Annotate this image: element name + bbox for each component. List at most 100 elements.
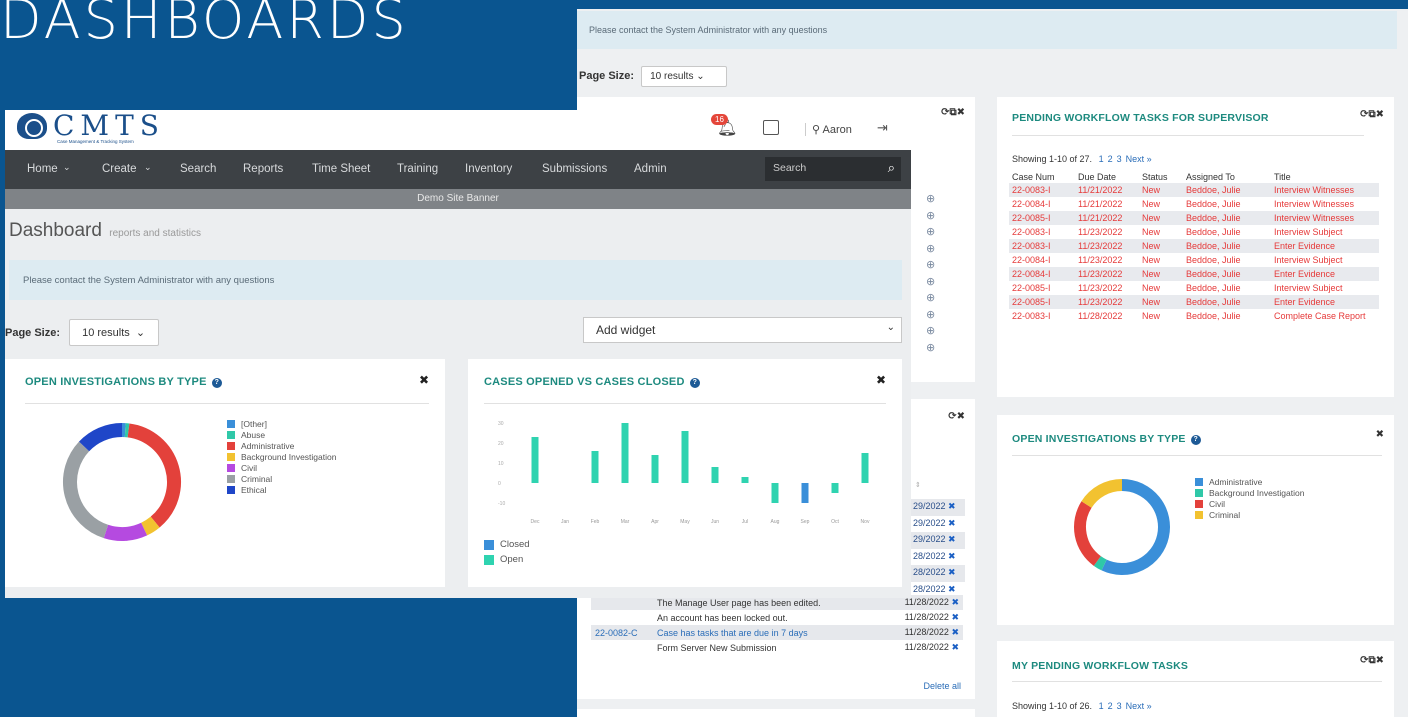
table-row[interactable]: 22-0083-I 11/23/2022 New Beddoe, Julie Enter… bbox=[1009, 239, 1379, 253]
page-link[interactable]: 1 bbox=[1099, 701, 1104, 711]
table-cell[interactable]: 22-0083-I bbox=[1009, 239, 1075, 253]
add-circle-icon[interactable]: ⊕ bbox=[926, 324, 935, 341]
page-link[interactable]: 2 bbox=[1108, 701, 1113, 711]
table-row[interactable]: 22-0084-I 11/21/2022 New Beddoe, Julie Inter… bbox=[1009, 197, 1379, 211]
cmts-logo[interactable]: CMTS bbox=[17, 112, 165, 140]
page-link[interactable]: Next » bbox=[1126, 154, 1152, 164]
calendar-icon[interactable] bbox=[763, 120, 779, 135]
table-row[interactable]: 22-0083-I 11/23/2022 New Beddoe, Julie Inter… bbox=[1009, 225, 1379, 239]
bar-open-feb[interactable] bbox=[591, 451, 599, 483]
pie-slice-background-investigation[interactable] bbox=[140, 516, 160, 536]
table-cell[interactable]: 22-0085-I bbox=[1009, 211, 1075, 225]
add-circle-icon[interactable]: ⊕ bbox=[926, 291, 935, 308]
add-circle-icon[interactable]: ⊕ bbox=[926, 275, 935, 292]
pie-slice-background-investigation[interactable] bbox=[1093, 556, 1107, 571]
pie-slice-administrative[interactable] bbox=[1101, 479, 1170, 575]
table-row[interactable]: 22-0084-I 11/23/2022 New Beddoe, Julie Enter… bbox=[1009, 267, 1379, 281]
delete-icon[interactable]: ✖ bbox=[949, 612, 959, 622]
table-row[interactable]: 22-0085-I 11/23/2022 New Beddoe, Julie Inter… bbox=[1009, 281, 1379, 295]
legend-item[interactable]: Civil bbox=[227, 463, 336, 473]
bar-open-jun[interactable] bbox=[711, 467, 719, 483]
user-menu[interactable]: ⚲ Aaron bbox=[805, 123, 852, 136]
nav-item-create[interactable]: Create bbox=[102, 163, 137, 175]
column-header[interactable]: Due Date bbox=[1075, 171, 1139, 183]
delete-icon[interactable]: ✖ bbox=[946, 584, 956, 594]
bar-open-may[interactable] bbox=[681, 431, 689, 483]
legend-item[interactable]: Closed bbox=[484, 539, 530, 550]
table-cell[interactable]: 22-0083-I bbox=[1009, 183, 1075, 197]
nav-item-search[interactable]: Search bbox=[180, 163, 216, 175]
bar-open-apr[interactable] bbox=[651, 455, 659, 483]
add-circle-icon[interactable]: ⊕ bbox=[926, 209, 935, 226]
legend-item[interactable]: [Other] bbox=[227, 419, 336, 429]
add-circle-icon[interactable]: ⊕ bbox=[926, 258, 935, 275]
nav-search-input[interactable]: Search ⌕ bbox=[765, 157, 901, 181]
close-icon[interactable]: ✖ bbox=[419, 373, 429, 387]
table-row[interactable]: 22-0083-I 11/28/2022 New Beddoe, Julie Compl… bbox=[1009, 309, 1379, 323]
legend-item[interactable]: Criminal bbox=[227, 474, 336, 484]
bar-open-nov[interactable] bbox=[861, 453, 869, 483]
delete-icon[interactable]: ✖ bbox=[946, 567, 956, 577]
legend-item[interactable]: Criminal bbox=[1195, 510, 1304, 520]
bell-icon[interactable]: 🔔︎ 16 bbox=[711, 114, 737, 138]
logout-icon[interactable]: ⇥ bbox=[877, 120, 888, 136]
bg-page-size-select[interactable]: 10 results ⌄ bbox=[641, 66, 728, 87]
delete-icon[interactable]: ✖ bbox=[949, 627, 959, 637]
add-circle-icon[interactable]: ⊕ bbox=[926, 308, 935, 325]
bg-notifications-controls[interactable]: ⟳✖ bbox=[948, 411, 965, 422]
my-pending-controls[interactable]: ⟳⧉✖ bbox=[1360, 655, 1384, 666]
add-circle-icon[interactable]: ⊕ bbox=[926, 192, 935, 209]
search-icon[interactable]: ⌕ bbox=[888, 160, 895, 176]
page-link[interactable]: 3 bbox=[1117, 701, 1122, 711]
legend-item[interactable]: Administrative bbox=[1195, 477, 1304, 487]
close-icon[interactable]: ✖ bbox=[1376, 429, 1384, 440]
bar-open-jul[interactable] bbox=[741, 477, 749, 483]
info-icon[interactable]: ? bbox=[211, 378, 222, 388]
legend-item[interactable]: Administrative bbox=[227, 441, 336, 451]
column-header[interactable]: Case Num bbox=[1009, 171, 1075, 183]
delete-icon[interactable]: ✖ bbox=[946, 551, 956, 561]
table-cell[interactable]: 22-0083-I bbox=[1009, 309, 1075, 323]
pie-slice-criminal[interactable] bbox=[1081, 479, 1123, 508]
pending-supervisor-controls[interactable]: ⟳⧉✖ bbox=[1360, 109, 1384, 120]
info-icon[interactable]: ? bbox=[1190, 435, 1201, 445]
add-widget-select[interactable]: Add widget ⌄ bbox=[583, 317, 902, 343]
delete-icon[interactable]: ✖ bbox=[946, 534, 956, 544]
bar-open-aug[interactable] bbox=[771, 483, 779, 503]
nav-item-time-sheet[interactable]: Time Sheet bbox=[312, 163, 370, 175]
table-cell[interactable]: 22-0083-I bbox=[1009, 225, 1075, 239]
column-header[interactable]: Title bbox=[1271, 171, 1379, 183]
nav-item-submissions[interactable]: Submissions bbox=[542, 163, 607, 175]
table-row[interactable]: 22-0085-I 11/23/2022 New Beddoe, Julie Enter… bbox=[1009, 295, 1379, 309]
pie-slice-administrative[interactable] bbox=[127, 423, 181, 528]
pie-slice-civil[interactable] bbox=[1074, 501, 1102, 566]
nav-item-training[interactable]: Training bbox=[397, 163, 438, 175]
delete-icon[interactable]: ✖ bbox=[946, 501, 956, 511]
page-link[interactable]: 2 bbox=[1108, 154, 1113, 164]
pie-slice-ethical[interactable] bbox=[78, 423, 123, 452]
legend-item[interactable]: Open bbox=[484, 554, 530, 565]
column-header[interactable]: Assigned To bbox=[1183, 171, 1271, 183]
nav-item-reports[interactable]: Reports bbox=[243, 163, 283, 175]
bar-open-dec[interactable] bbox=[531, 437, 539, 483]
legend-item[interactable]: Background Investigation bbox=[227, 452, 336, 462]
legend-item[interactable]: Ethical bbox=[227, 485, 336, 495]
page-link[interactable]: Next » bbox=[1126, 701, 1152, 711]
delete-icon[interactable]: ✖ bbox=[949, 597, 959, 607]
close-icon[interactable]: ✖ bbox=[876, 373, 886, 387]
table-cell[interactable]: 22-0084-I bbox=[1009, 253, 1075, 267]
table-row[interactable]: 22-0084-I 11/23/2022 New Beddoe, Julie Inter… bbox=[1009, 253, 1379, 267]
table-cell[interactable]: 22-0084-I bbox=[1009, 197, 1075, 211]
pie-slice-criminal[interactable] bbox=[63, 441, 109, 539]
case-link[interactable] bbox=[591, 610, 653, 625]
add-circle-icon[interactable]: ⊕ bbox=[926, 242, 935, 259]
table-cell[interactable]: 22-0085-I bbox=[1009, 281, 1075, 295]
case-link[interactable] bbox=[591, 640, 653, 655]
table-cell[interactable]: 22-0085-I bbox=[1009, 295, 1075, 309]
table-row[interactable]: 22-0082-C Case has tasks that are due in … bbox=[591, 625, 963, 640]
legend-item[interactable]: Civil bbox=[1195, 499, 1304, 509]
nav-item-inventory[interactable]: Inventory bbox=[465, 163, 512, 175]
bar-open-mar[interactable] bbox=[621, 423, 629, 483]
delete-icon[interactable]: ✖ bbox=[946, 518, 956, 528]
nav-item-home[interactable]: Home bbox=[27, 163, 58, 175]
